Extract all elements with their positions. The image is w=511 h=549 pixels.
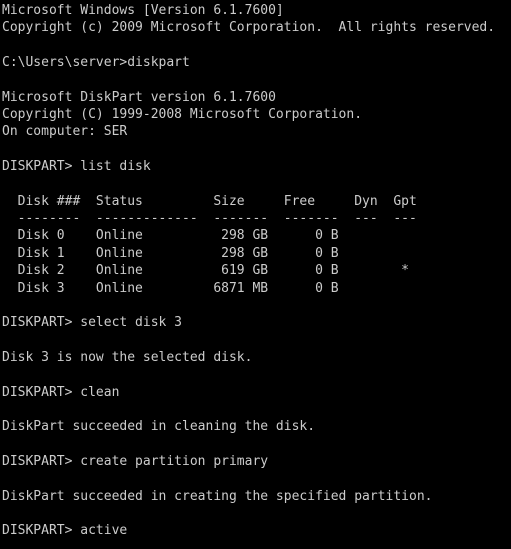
diskpart-copyright-line: Copyright (C) 1999-2008 Microsoft Corpor… [2,107,363,123]
disk-table-header: Disk ### Status Size Free Dyn Gpt [2,193,417,209]
diskpart-version-line: Microsoft DiskPart version 6.1.7600 [2,89,276,105]
shell-prompt-line: C:\Users\server>diskpart [2,55,190,71]
table-row: Disk 0 Online 298 GB 0 B [2,228,339,244]
command-clean-line: DISKPART> clean [2,384,120,400]
table-row: Disk 3 Online 6871 MB 0 B [2,280,339,296]
diskpart-computer-line: On computer: SER [2,124,128,140]
os-version-line: Microsoft Windows [Version 6.1.7600] [2,3,284,18]
terminal-window[interactable]: Microsoft Windows [Version 6.1.7600] Cop… [0,0,511,549]
os-copyright-line: Copyright (c) 2009 Microsoft Corporation… [2,20,496,36]
table-row: Disk 1 Online 298 GB 0 B [2,245,339,261]
command-list-disk-line: DISKPART> list disk [2,159,151,175]
command-select-disk-line: DISKPART> select disk 3 [2,315,183,331]
disk-table-separator: -------- ------------- ------- ------- -… [2,211,417,227]
command-create-partition-line: DISKPART> create partition primary [2,453,269,469]
command-active-line: DISKPART> active [2,523,128,539]
create-partition-result-line: DiskPart succeeded in creating the speci… [2,488,433,504]
clean-result-line: DiskPart succeeded in cleaning the disk. [2,419,316,435]
table-row: Disk 2 Online 619 GB 0 B * [2,263,409,279]
select-disk-result-line: Disk 3 is now the selected disk. [2,349,253,365]
